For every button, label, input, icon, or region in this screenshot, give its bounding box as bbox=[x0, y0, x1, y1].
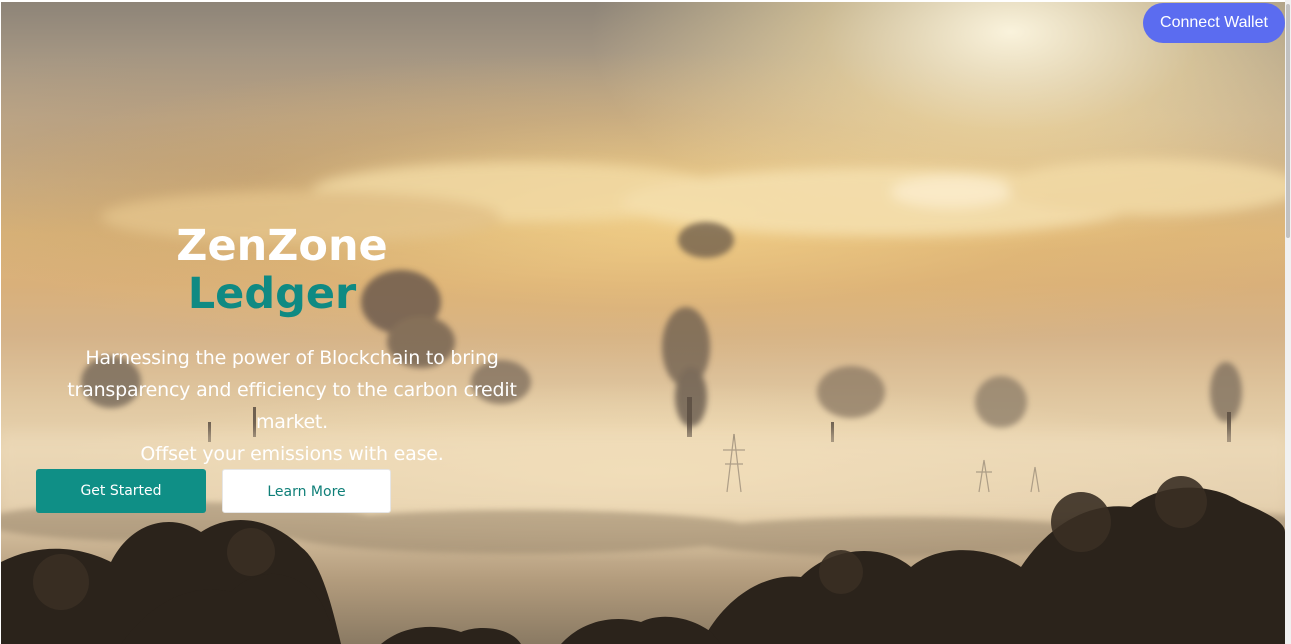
hero-title-line2: Ledger bbox=[187, 269, 357, 319]
hero-title-line1: ZenZone bbox=[176, 221, 388, 271]
get-started-button[interactable]: Get Started bbox=[36, 469, 206, 513]
hero-title: ZenZone Ledger bbox=[30, 222, 554, 318]
hero-content: ZenZone Ledger Harnessing the power of B… bbox=[30, 222, 554, 470]
learn-more-button[interactable]: Learn More bbox=[222, 469, 391, 513]
scrollbar[interactable] bbox=[1285, 0, 1291, 644]
hero-tagline: Harnessing the power of Blockchain to br… bbox=[30, 342, 554, 470]
hero-tagline-line1: Harnessing the power of Blockchain to br… bbox=[85, 347, 499, 369]
hero-tagline-line3: Offset your emissions with ease. bbox=[140, 443, 444, 465]
page-viewport: Connect Wallet ZenZone Ledger Harnessing… bbox=[0, 0, 1291, 644]
hero-tagline-line2: transparency and efficiency to the carbo… bbox=[67, 379, 517, 433]
hero-cta-group: Get Started Learn More bbox=[36, 469, 396, 513]
scrollbar-thumb[interactable] bbox=[1286, 4, 1290, 238]
connect-wallet-button[interactable]: Connect Wallet bbox=[1143, 3, 1285, 43]
